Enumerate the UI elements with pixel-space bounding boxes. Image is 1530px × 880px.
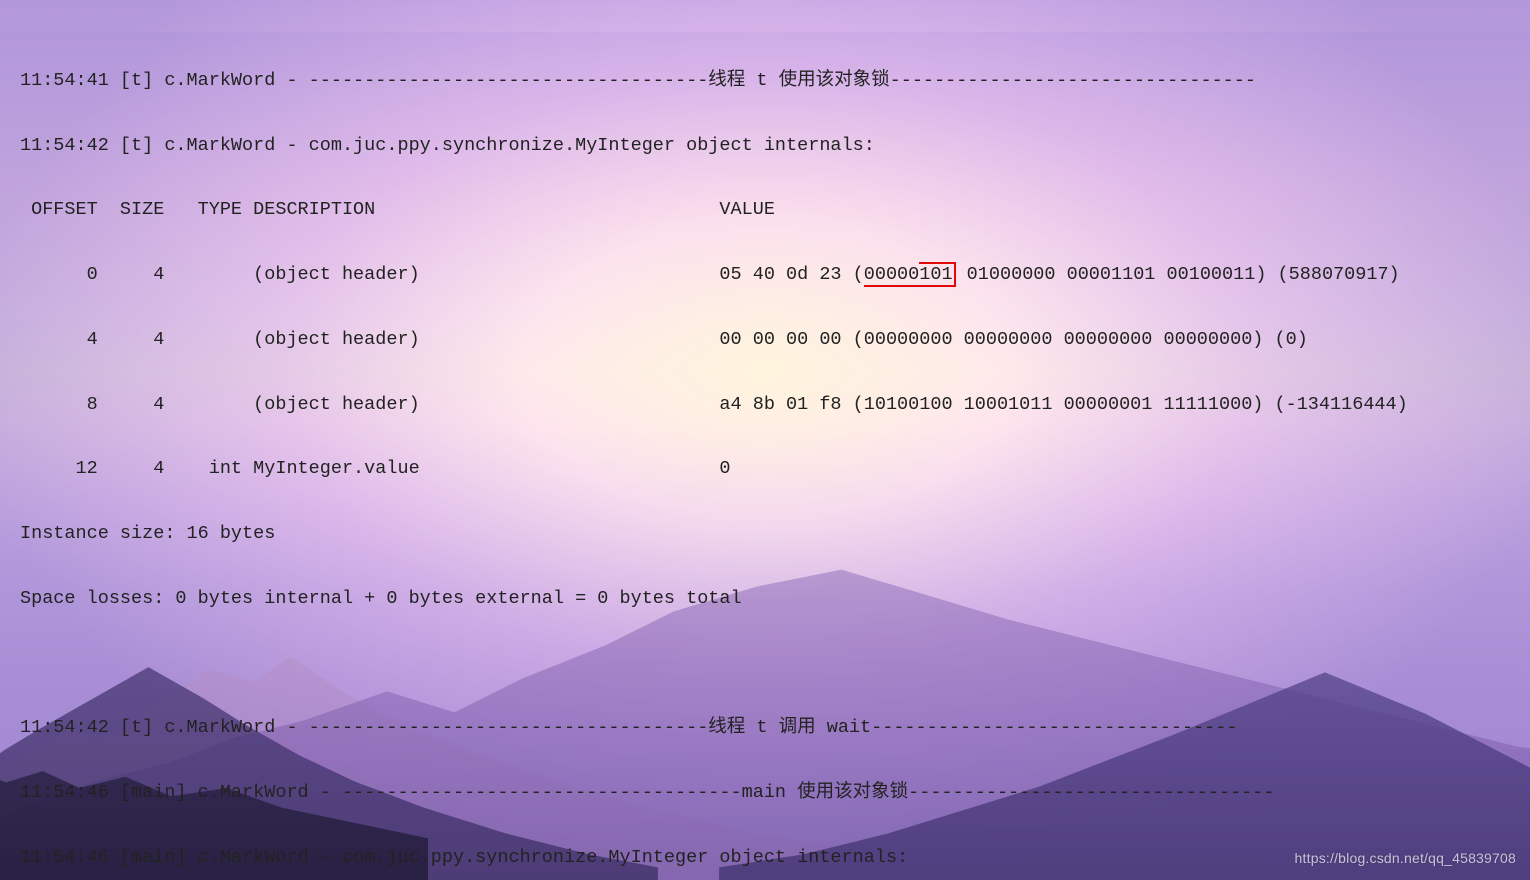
table-row: 8 4 (object header) a4 8b 01 f8 (1010010… [20,389,1520,421]
watermark: https://blog.csdn.net/qq_45839708 [1295,846,1516,871]
blank-line [20,648,1520,680]
log-line: 11:54:42 [t] c.MarkWord - --------------… [20,712,1520,744]
space-losses: Space losses: 0 bytes internal + 0 bytes… [20,583,1520,615]
bits-underlined: 00000 [864,264,920,287]
table-row: 4 4 (object header) 00 00 00 00 (0000000… [20,324,1520,356]
bits-highlight-box: 101 [919,262,955,287]
log-line: 11:54:41 [t] c.MarkWord - --------------… [20,65,1520,97]
cell: 0 4 (object header) 05 40 0d 23 ( [20,264,864,285]
table-row: 12 4 int MyInteger.value 0 [20,453,1520,485]
log-line: 11:54:42 [t] c.MarkWord - com.juc.ppy.sy… [20,130,1520,162]
cell: 01000000 00001101 00100011) (588070917) [956,264,1400,285]
table-header: OFFSET SIZE TYPE DESCRIPTION VALUE [20,194,1520,226]
log-output: 11:54:41 [t] c.MarkWord - --------------… [20,32,1520,880]
instance-size: Instance size: 16 bytes [20,518,1520,550]
table-row: 0 4 (object header) 05 40 0d 23 (0000010… [20,259,1520,291]
log-line: 11:54:46 [main] c.MarkWord - -----------… [20,777,1520,809]
